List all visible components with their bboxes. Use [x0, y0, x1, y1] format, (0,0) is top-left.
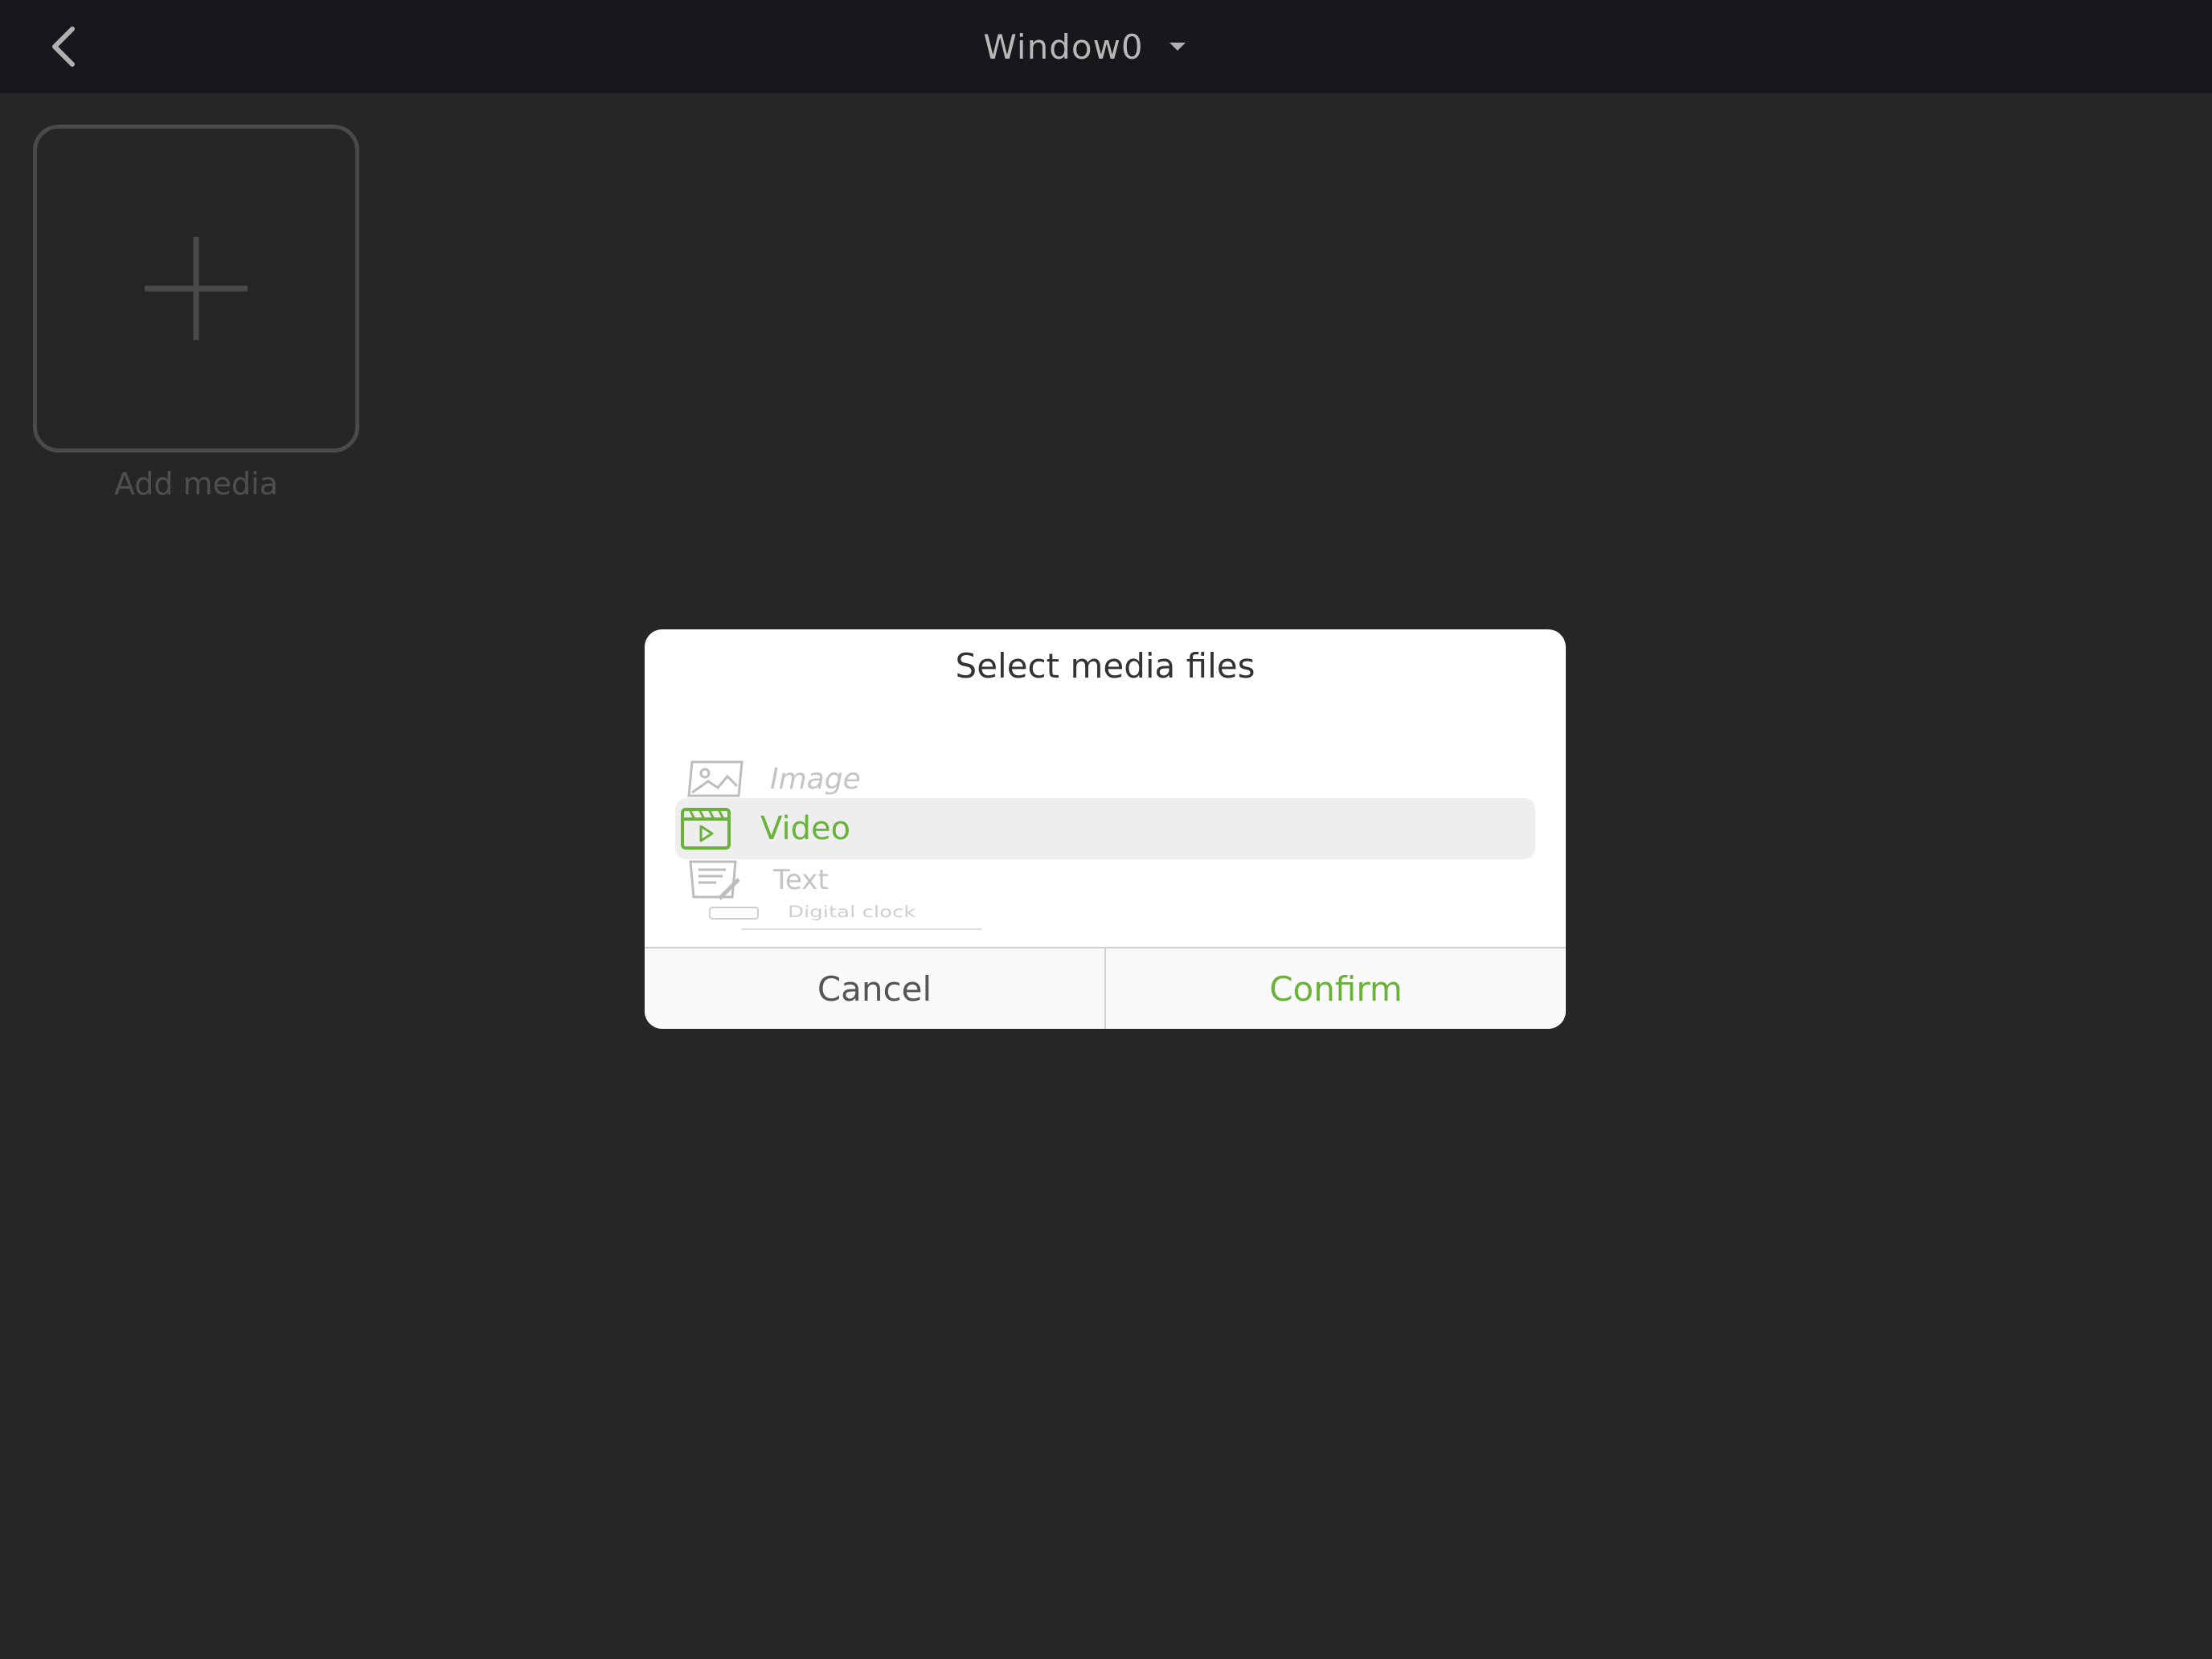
picker-option-image[interactable]: Image: [675, 756, 1535, 801]
picker-option-label: Video: [760, 810, 851, 847]
cancel-button[interactable]: Cancel: [645, 948, 1106, 1029]
picker-option-label: Digital clock: [788, 903, 916, 922]
confirm-button[interactable]: Confirm: [1106, 948, 1566, 1029]
dialog-title: Select media files: [955, 646, 1256, 686]
image-icon: [687, 760, 743, 797]
text-edit-icon: [689, 860, 740, 900]
modal-overlay: Select media files Image Video Text Digi…: [0, 0, 2212, 1659]
picker-option-video[interactable]: Video: [675, 798, 1535, 859]
picker-option-label: Image: [770, 762, 861, 796]
picker-option-digital-clock[interactable]: Digital clock: [675, 896, 1535, 928]
dialog-footer: Cancel Confirm: [645, 947, 1566, 1029]
picker-option-label: Text: [773, 864, 829, 896]
clock-icon: [709, 907, 759, 920]
select-media-dialog: Select media files Image Video Text Digi…: [645, 629, 1566, 1029]
media-type-picker[interactable]: Image Video Text Digital clock: [645, 750, 1566, 947]
video-icon: [681, 808, 731, 850]
picker-divider: [741, 928, 982, 930]
